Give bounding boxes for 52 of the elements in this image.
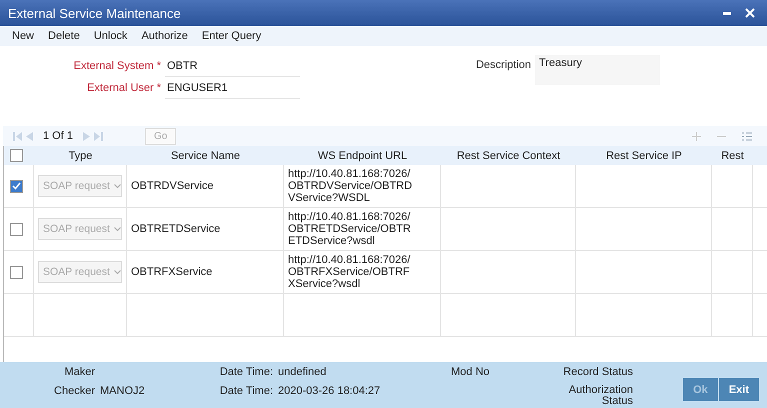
check-icon — [12, 182, 21, 190]
field-label: External System — [74, 60, 154, 72]
table-cell: http://10.40.81.168:7026/ OBTRETDService/OBTR ETDService?wsdl — [288, 211, 411, 247]
field-value: 2020-03-26 18:04:27 — [278, 385, 382, 397]
required-mark: * — [156, 60, 161, 72]
column-header: Type — [68, 150, 94, 162]
column-header: Rest Service IP — [605, 150, 683, 162]
menu-item[interactable]: Enter Query — [196, 30, 268, 42]
page-indicator: 1 Of 1 — [43, 130, 73, 142]
footer-button[interactable]: Exit — [718, 378, 759, 401]
chevron-icon — [114, 270, 121, 274]
last-page-icon[interactable] — [94, 132, 103, 140]
row-checkbox[interactable] — [10, 222, 23, 236]
row-checkbox[interactable] — [10, 180, 23, 192]
field-value: MANOJ2 — [100, 385, 146, 397]
field-label: Maker — [63, 366, 96, 378]
column-header: Rest — [720, 150, 745, 162]
table-cell: OBTRETDService — [131, 223, 220, 235]
field-label: Mod No — [450, 366, 491, 378]
field-label: Description — [474, 58, 532, 71]
field-label: Date Time: — [218, 385, 274, 397]
field-value: undefined — [278, 366, 328, 378]
next-page-icon[interactable] — [82, 132, 90, 140]
table-cell: http://10.40.81.168:7026/ OBTRDVService/OBTRD VService?WSDL — [288, 168, 412, 204]
row-checkbox[interactable] — [10, 266, 23, 278]
description-field[interactable]: Treasury — [535, 55, 660, 85]
column-header: Service Name — [170, 150, 242, 162]
add-icon[interactable] — [692, 132, 701, 140]
column-header: Rest Service Context — [456, 150, 562, 162]
field-label: Checker — [53, 385, 96, 397]
menu-item[interactable]: Authorize — [135, 30, 194, 42]
select-all-checkbox[interactable] — [10, 149, 23, 162]
required-mark: * — [156, 82, 161, 94]
menu-item[interactable]: Unlock — [88, 30, 134, 42]
field-label: Date Time: — [218, 366, 274, 378]
input-field[interactable]: OBTR — [165, 55, 300, 77]
list-icon[interactable] — [742, 132, 752, 140]
table-cell: http://10.40.81.168:7026/ OBTRFXService/OBTRF XService?wsdl — [288, 254, 410, 290]
table-cell: OBTRDVService — [131, 180, 214, 192]
window-title: External Service Maintenance — [8, 6, 182, 20]
menu-item[interactable]: New — [6, 30, 40, 42]
previous-page-icon[interactable] — [26, 132, 33, 140]
chevron-icon — [114, 226, 121, 232]
first-page-icon[interactable] — [13, 132, 22, 140]
field-label: External User — [87, 82, 154, 94]
field-label: Record Status — [562, 366, 634, 378]
column-header: WS Endpoint URL — [316, 150, 408, 162]
field-label: Authorization Status — [568, 385, 634, 407]
menu-item[interactable]: Delete — [42, 30, 86, 42]
chevron-icon — [114, 184, 121, 188]
input-field[interactable]: ENGUSER1 — [165, 77, 300, 99]
table-cell: OBTRFXService — [131, 266, 212, 278]
